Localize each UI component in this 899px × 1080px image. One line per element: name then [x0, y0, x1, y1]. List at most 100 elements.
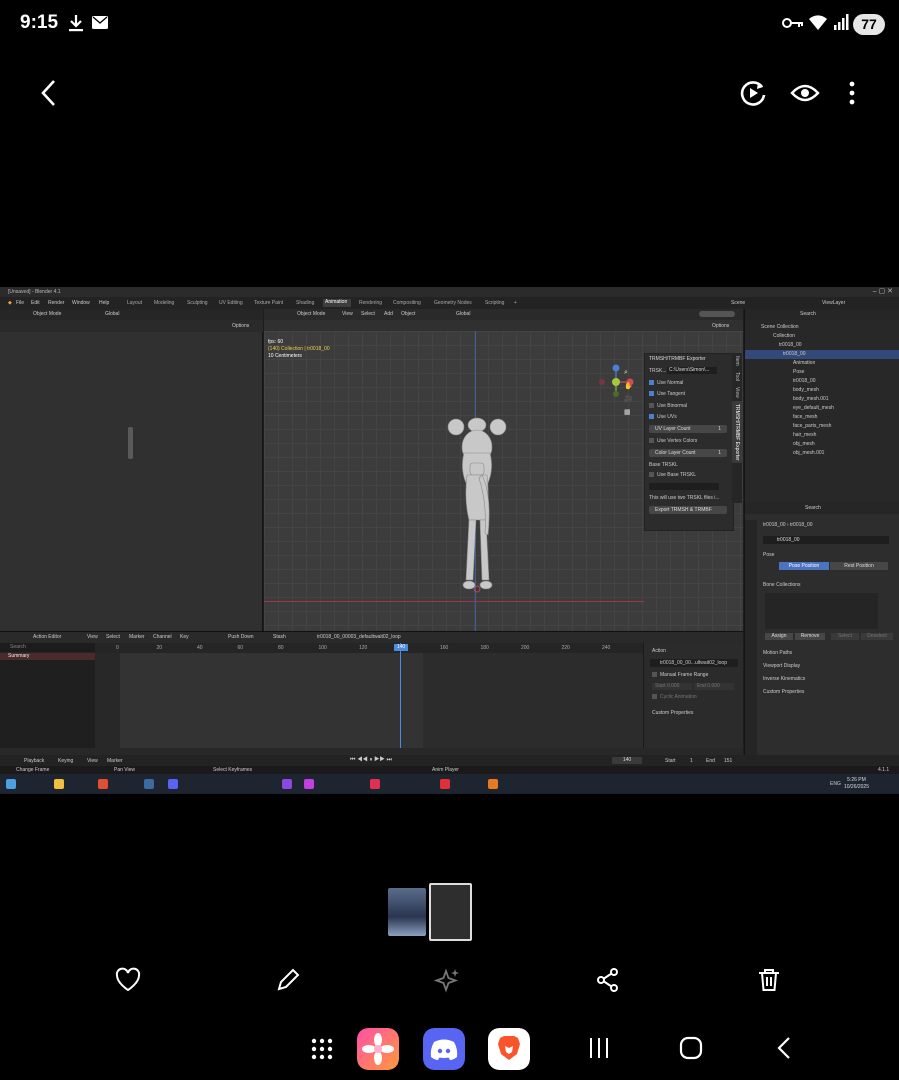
- outliner-row[interactable]: Collection: [745, 332, 899, 341]
- bone-collections-section[interactable]: Bone Collections: [763, 582, 801, 588]
- favorite-heart-icon[interactable]: [114, 966, 142, 994]
- tab-layout[interactable]: Layout: [127, 300, 142, 306]
- menu-window[interactable]: Window: [72, 300, 90, 306]
- ae-menu-key[interactable]: Key: [180, 634, 189, 640]
- brave-browser-icon[interactable]: [488, 1028, 530, 1070]
- action-custom-properties[interactable]: Custom Properties: [652, 710, 693, 716]
- action-editor[interactable]: Action Editor View Select Marker Channel…: [0, 631, 743, 755]
- tab-geometry-nodes[interactable]: Geometry Nodes: [434, 300, 472, 306]
- share-icon[interactable]: [594, 966, 622, 994]
- color-layer-count-field[interactable]: Color Layer Count 1: [649, 449, 727, 457]
- discord-app-icon[interactable]: [423, 1028, 465, 1070]
- tab-scripting[interactable]: Scripting: [485, 300, 504, 306]
- shading-mode-buttons[interactable]: [699, 311, 735, 317]
- sidebar-tabs[interactable]: Item Tool View TRMSH/TRMBF Exporter: [732, 353, 742, 503]
- tab-animation[interactable]: Animation: [323, 299, 351, 307]
- app-drawer-icon[interactable]: [301, 1028, 343, 1070]
- tab-exporter[interactable]: TRMSH/TRMBF Exporter: [732, 400, 742, 464]
- viewport-menu-select[interactable]: Select: [361, 311, 375, 317]
- deselect-button[interactable]: Deselect: [861, 633, 893, 640]
- left-orientation-select[interactable]: Global: [105, 311, 119, 317]
- ai-sparkle-icon[interactable]: [434, 966, 462, 994]
- tab-view[interactable]: View: [732, 384, 742, 401]
- left-mode-select[interactable]: Object Mode: [33, 311, 61, 317]
- use-uvs-checkbox[interactable]: Use UVs: [649, 414, 677, 420]
- app-taskbar-icon[interactable]: [370, 779, 380, 789]
- remove-button[interactable]: Remove: [795, 633, 825, 640]
- blender-taskbar-icon[interactable]: [488, 779, 498, 789]
- motion-paths-section[interactable]: Motion Paths: [763, 650, 792, 656]
- outliner-row[interactable]: Pose: [745, 368, 899, 377]
- viewport-menu-view[interactable]: View: [342, 311, 353, 317]
- rotate-play-icon[interactable]: [738, 78, 768, 108]
- outliner-row[interactable]: tr0018_00: [745, 341, 899, 350]
- scene-selector[interactable]: Scene: [731, 300, 745, 306]
- tab-modeling[interactable]: Modeling: [154, 300, 174, 306]
- start-value[interactable]: 1: [690, 758, 693, 764]
- tab-item[interactable]: Item: [732, 353, 742, 369]
- export-button[interactable]: Export TRMSH & TRMBF: [649, 506, 727, 514]
- menu-render[interactable]: Render: [48, 300, 64, 306]
- menu-playback[interactable]: Playback: [24, 758, 44, 764]
- summary-channel[interactable]: Summary: [0, 653, 95, 660]
- outliner-search[interactable]: Search: [800, 311, 816, 317]
- tab-compositing[interactable]: Compositing: [393, 300, 421, 306]
- menu-edit[interactable]: Edit: [31, 300, 40, 306]
- left-editor-panel[interactable]: Object Mode Global Options: [0, 309, 263, 631]
- action-name-field[interactable]: tr0018_00_00003_defaultwait02_loop: [317, 634, 401, 640]
- menu-help[interactable]: Help: [99, 300, 109, 306]
- brave-taskbar-icon[interactable]: [98, 779, 108, 789]
- thumbnail-current[interactable]: [429, 883, 472, 941]
- menu-view[interactable]: View: [87, 758, 98, 764]
- action-side-panel[interactable]: Action tr0018_00_00...ultwait02_loop Man…: [643, 643, 743, 748]
- editor-type-select[interactable]: Action Editor: [33, 634, 61, 640]
- outliner-row[interactable]: obj_mesh.001: [745, 449, 899, 458]
- stash-button[interactable]: Stash: [273, 634, 286, 640]
- switch-icon[interactable]: [440, 779, 450, 789]
- viewport-menu-add[interactable]: Add: [384, 311, 393, 317]
- discord-taskbar-icon[interactable]: [168, 779, 178, 789]
- keyframe-area-in-range[interactable]: [120, 653, 423, 748]
- outliner-row[interactable]: Scene Collection: [745, 323, 899, 332]
- tab-texture-paint[interactable]: Texture Paint: [254, 300, 283, 306]
- start-frame-field[interactable]: Start 0.000: [652, 683, 692, 690]
- channel-search[interactable]: Search: [0, 643, 95, 652]
- cyclic-animation-checkbox[interactable]: Cyclic Animation: [652, 694, 697, 700]
- steam-icon[interactable]: [144, 779, 154, 789]
- properties-panel[interactable]: Search tr0018_00 › tr0018_00 tr0018_00 P…: [744, 502, 899, 762]
- use-binormal-checkbox[interactable]: Use Binormal: [649, 403, 687, 409]
- left-options-button[interactable]: Options: [232, 323, 249, 329]
- outliner-row[interactable]: body_mesh: [745, 386, 899, 395]
- inverse-kinematics-section[interactable]: Inverse Kinematics: [763, 676, 805, 682]
- playhead-frame[interactable]: 140: [394, 644, 408, 651]
- use-vertex-colors-checkbox[interactable]: Use Vertex Colors: [649, 438, 697, 444]
- outliner-row[interactable]: hair_mesh: [745, 431, 899, 440]
- windows-start-icon[interactable]: [6, 779, 16, 789]
- outliner-row[interactable]: tr0018_00: [745, 377, 899, 386]
- blossom-app-icon[interactable]: [357, 1028, 399, 1070]
- tab-uv-editing[interactable]: UV Editing: [219, 300, 243, 306]
- playhead-line[interactable]: [400, 643, 401, 748]
- ae-menu-channel[interactable]: Channel: [153, 634, 172, 640]
- screenshot-photo[interactable]: [Unsaved] - Blender 4.1 – ▢ ✕ ◆ File Edi…: [0, 287, 899, 794]
- thumbnail-previous[interactable]: [388, 888, 426, 936]
- current-frame-field[interactable]: 140: [612, 757, 642, 764]
- ae-menu-view[interactable]: View: [87, 634, 98, 640]
- viewport-options-button[interactable]: Options: [712, 323, 729, 329]
- outliner-row[interactable]: body_mesh.001: [745, 395, 899, 404]
- nav-back-icon[interactable]: [774, 1036, 794, 1060]
- exporter-panel[interactable]: TRMSH/TRMBF Exporter TRSK... C:\Users\Si…: [644, 353, 734, 531]
- ae-menu-select[interactable]: Select: [106, 634, 120, 640]
- properties-search[interactable]: Search: [805, 505, 821, 511]
- viewport-mode-select[interactable]: Object Mode: [297, 311, 325, 317]
- more-options-icon[interactable]: [846, 80, 858, 106]
- outliner-row[interactable]: obj_mesh: [745, 440, 899, 449]
- outliner-row[interactable]: face_mesh: [745, 413, 899, 422]
- base-trskl-path-field[interactable]: [649, 483, 719, 490]
- select-button[interactable]: Select: [831, 633, 859, 640]
- outliner-row[interactable]: face_parts_mesh: [745, 422, 899, 431]
- end-value[interactable]: 151: [724, 758, 732, 764]
- pose-section[interactable]: Pose: [763, 552, 774, 558]
- use-normal-checkbox[interactable]: Use Normal: [649, 380, 683, 386]
- channel-list[interactable]: [0, 653, 95, 748]
